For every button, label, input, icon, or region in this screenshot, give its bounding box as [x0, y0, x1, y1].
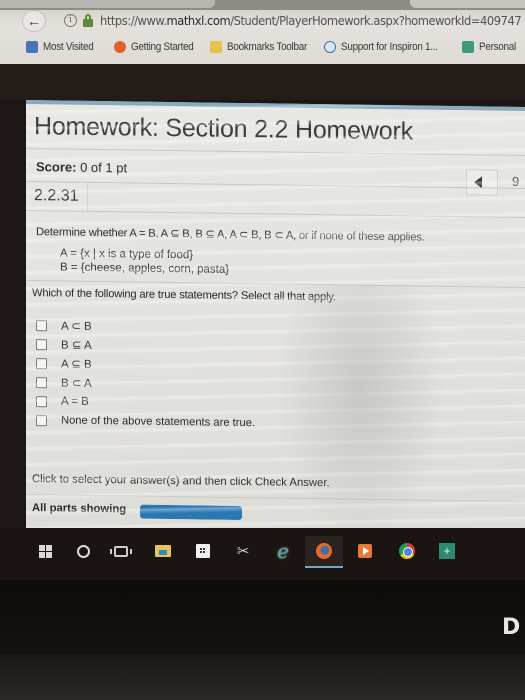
folder-icon	[210, 41, 222, 53]
media-icon	[358, 544, 372, 558]
firefox-icon	[114, 41, 126, 53]
question-instruction: Which of the following are true statemen…	[32, 287, 336, 304]
checkbox[interactable]	[36, 319, 47, 331]
divider	[26, 210, 525, 218]
firefox-button[interactable]	[305, 536, 343, 568]
internet-explorer-button[interactable]: e	[268, 536, 298, 566]
option-b-subset-a[interactable]: B ⊆ A	[36, 336, 92, 353]
question-number: 2.2.31	[34, 187, 79, 205]
most-visited-icon	[26, 41, 38, 53]
chrome-button[interactable]	[392, 536, 422, 566]
previous-question-button[interactable]	[466, 169, 498, 196]
firefox-icon	[316, 543, 332, 559]
divider	[26, 148, 525, 156]
scissors-icon: ✂	[236, 543, 250, 560]
file-explorer-button[interactable]	[148, 536, 178, 566]
checkbox[interactable]	[36, 395, 47, 407]
next-question-button[interactable]: 9	[512, 174, 519, 189]
question-prompt: Determine whether A = B, A ⊆ B, B ⊆ A, A…	[36, 226, 425, 244]
bookmark-bookmarks-toolbar[interactable]: Bookmarks Toolbar	[210, 41, 316, 53]
option-a-subset-b[interactable]: A ⊆ B	[36, 355, 92, 372]
bookmark-getting-started[interactable]: Getting Started	[114, 41, 201, 53]
task-view-button[interactable]	[106, 536, 136, 566]
url-text[interactable]: https://www.mathxl.com/Student/PlayerHom…	[100, 13, 522, 28]
checkbox[interactable]	[36, 357, 47, 369]
site-info-icon[interactable]: i	[64, 14, 77, 27]
screen-bezel	[0, 64, 525, 100]
media-player-button[interactable]	[350, 536, 380, 566]
back-arrow-icon: ←	[27, 13, 41, 29]
browser-chrome: ← i https://www.mathxl.com/Student/Playe…	[0, 0, 525, 64]
page-title: Homework: Section 2.2 Homework	[34, 112, 413, 146]
ie-icon: e	[277, 539, 289, 563]
bookmark-support-inspiron[interactable]: Support for Inspiron 1...	[324, 41, 448, 53]
browser-tab[interactable]	[410, 0, 525, 8]
bookmark-most-visited[interactable]: Most Visited	[26, 41, 99, 53]
taskbar: ✂ e +	[0, 528, 525, 580]
page-header-accent	[26, 100, 525, 111]
address-bar[interactable]: ← i https://www.mathxl.com/Student/Playe…	[22, 10, 525, 32]
app-plus-button[interactable]: +	[432, 536, 462, 566]
option-b-proper-subset-a[interactable]: B ⊂ A	[36, 374, 92, 391]
brand-logo: D	[502, 615, 521, 640]
all-parts-label: All parts showing	[32, 502, 127, 516]
parts-progress-bar	[140, 504, 242, 521]
progress-fill	[140, 504, 242, 521]
homework-page: Homework: Section 2.2 Homework Score: 0 …	[26, 100, 525, 535]
score-display: Score: 0 of 1 pt	[36, 159, 128, 176]
store-button[interactable]	[188, 536, 218, 566]
bookmark-personal[interactable]: Personal	[462, 41, 520, 53]
start-button[interactable]	[30, 536, 60, 566]
option-a-equals-b[interactable]: A = B	[36, 393, 89, 410]
snipping-tool-button[interactable]: ✂	[228, 536, 258, 566]
back-button[interactable]: ←	[22, 10, 46, 32]
divider	[26, 494, 525, 502]
chrome-icon	[399, 543, 415, 559]
divider	[26, 280, 525, 288]
divider	[26, 181, 525, 189]
lock-icon	[83, 14, 93, 27]
bookmarks-toolbar: Most Visited Getting Started Bookmarks T…	[26, 38, 525, 60]
store-icon	[196, 544, 210, 558]
option-a-proper-subset-b[interactable]: A ⊂ B	[36, 317, 92, 334]
checkbox[interactable]	[36, 338, 47, 350]
windows-icon	[38, 544, 52, 558]
checkbox[interactable]	[36, 376, 47, 388]
task-view-icon	[110, 545, 132, 557]
folder-icon	[155, 545, 171, 557]
checkbox[interactable]	[36, 414, 47, 426]
cortana-button[interactable]	[68, 536, 98, 566]
answer-instruction: Click to select your answer(s) and then …	[32, 473, 330, 490]
option-none[interactable]: None of the above statements are true.	[36, 412, 255, 431]
plus-icon: +	[439, 543, 455, 559]
dell-icon	[324, 41, 336, 53]
browser-tab[interactable]	[0, 0, 215, 8]
cortana-icon	[76, 544, 90, 558]
tax-icon	[462, 41, 474, 53]
set-b-definition: B = {cheese, apples, corn, pasta}	[60, 261, 230, 276]
keyboard-edge	[0, 655, 525, 700]
set-a-definition: A = {x | x is a type of food}	[60, 247, 194, 262]
